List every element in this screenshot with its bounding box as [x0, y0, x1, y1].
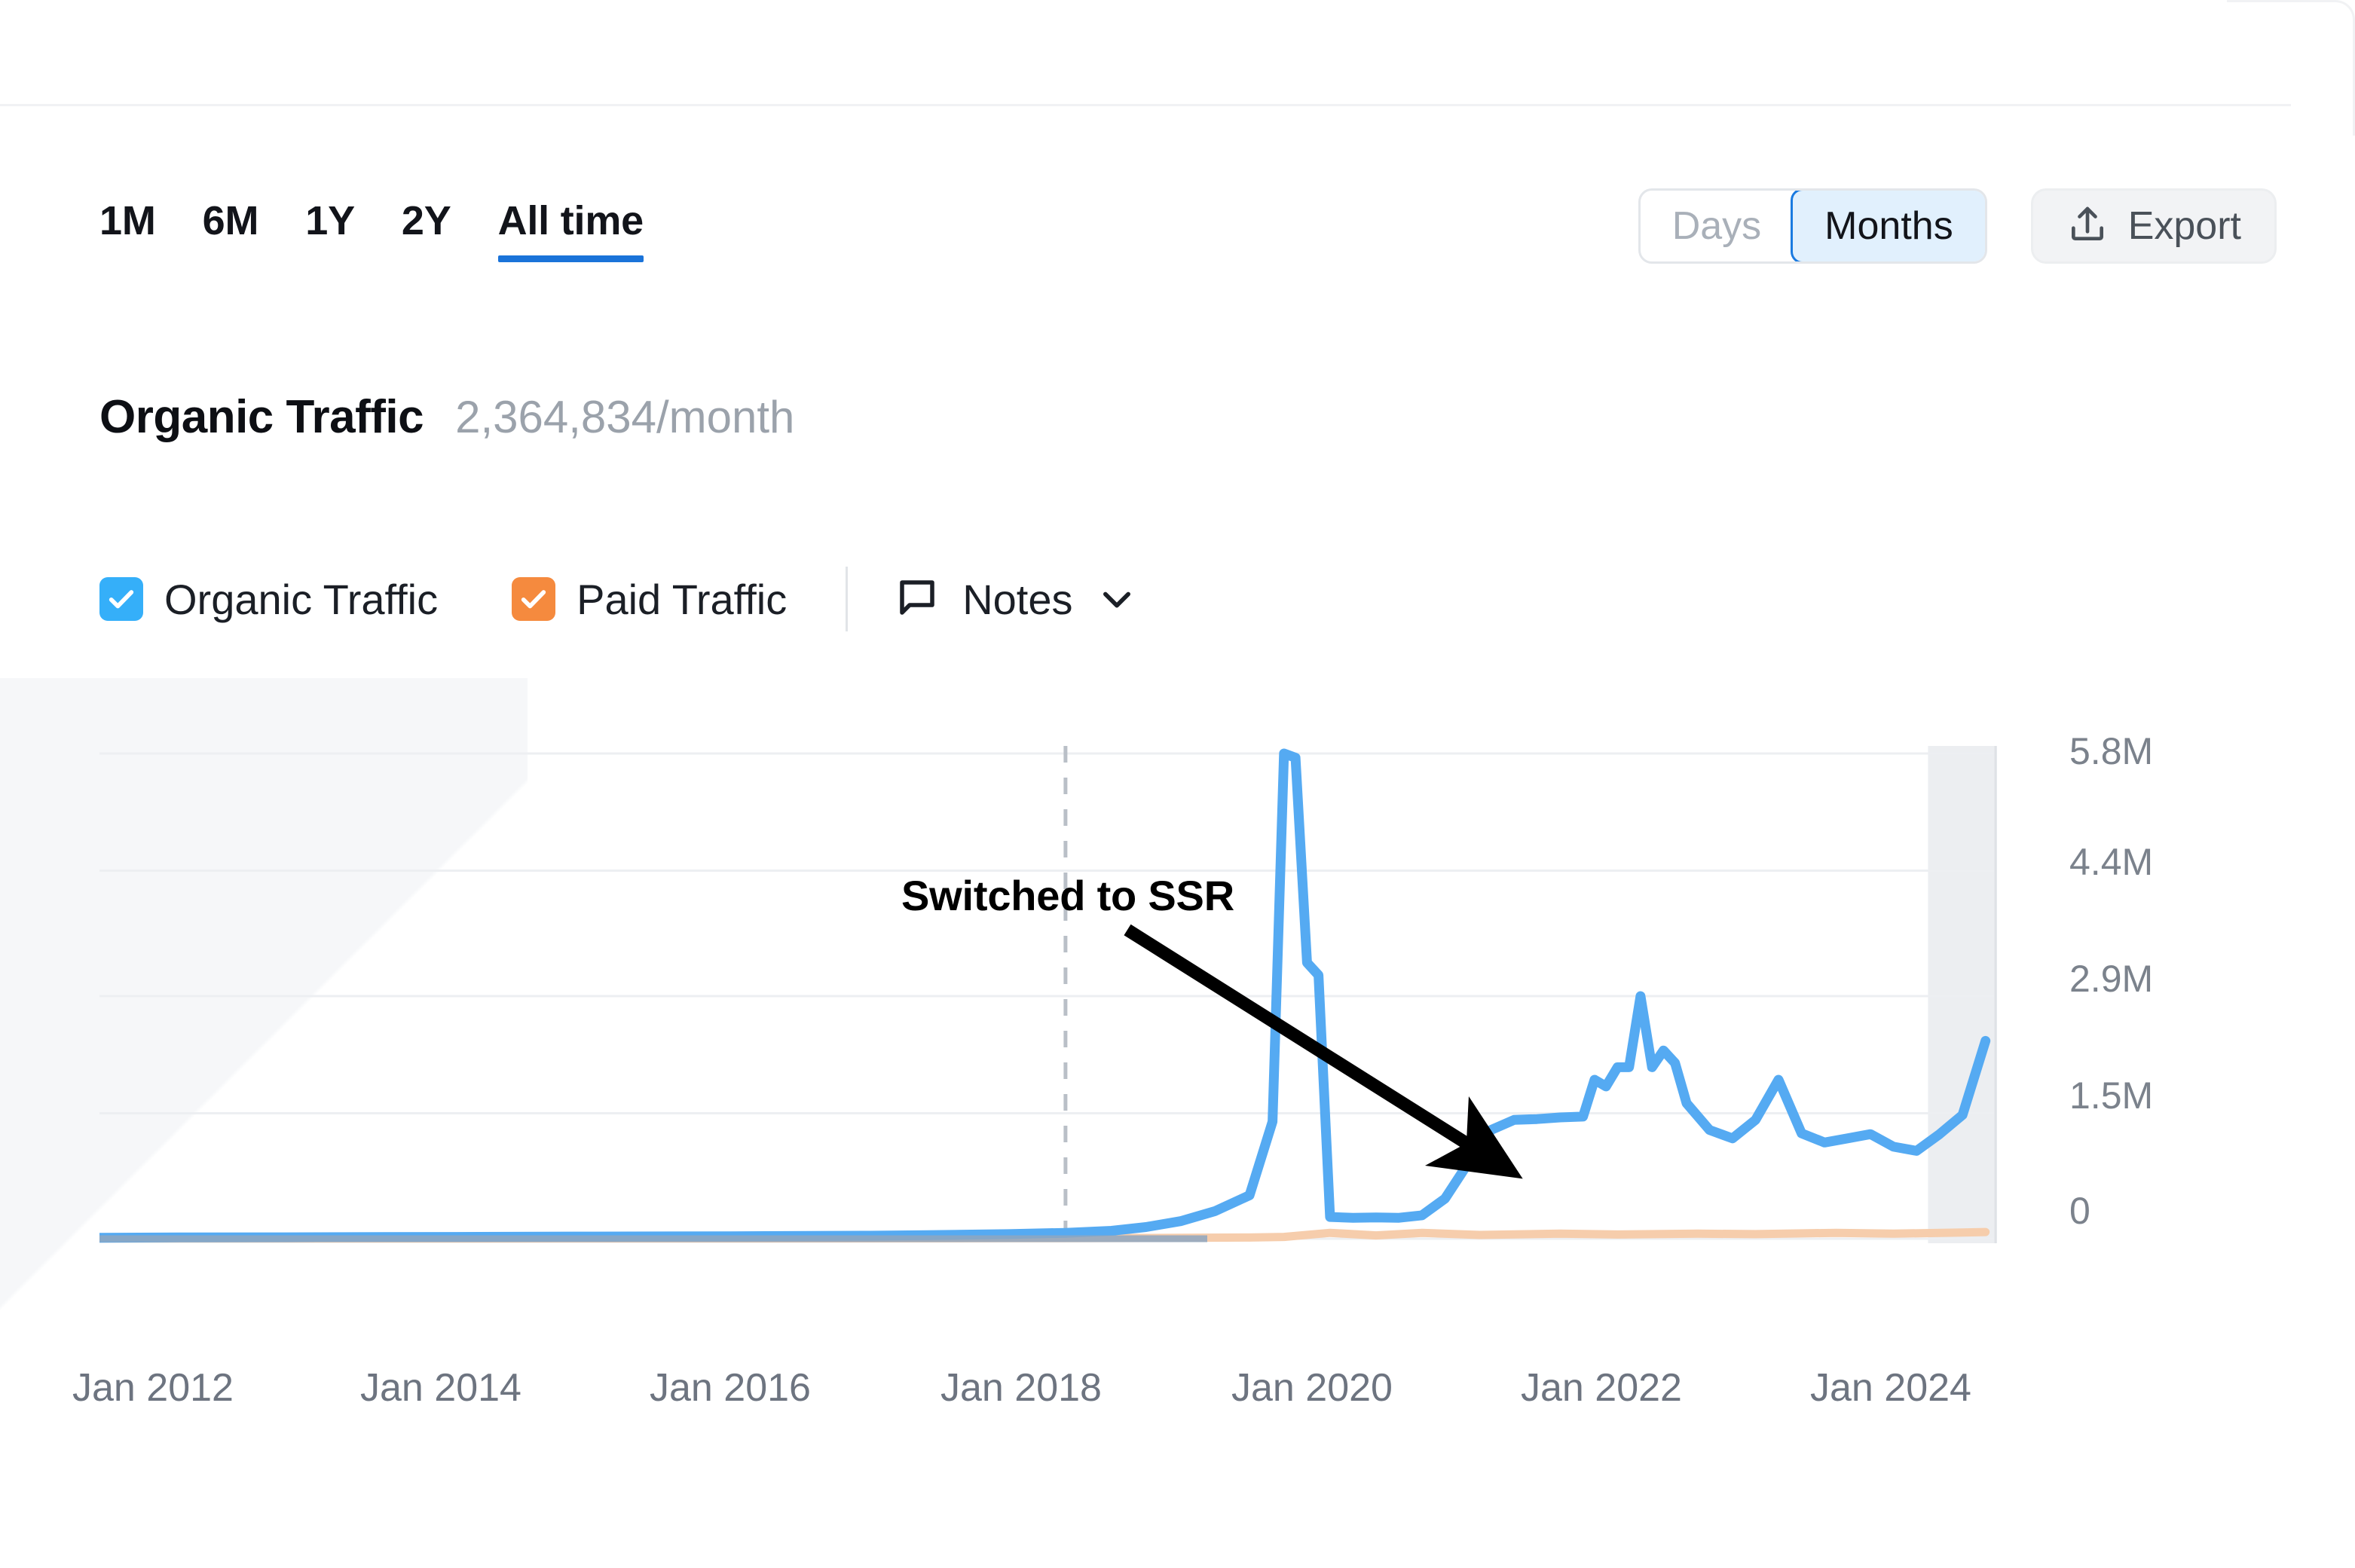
time-range-tabs: 1M 6M 1Y 2Y All time	[99, 197, 690, 262]
traffic-line-chart	[99, 746, 1997, 1243]
x-tick-jan-2016: Jan 2016	[650, 1366, 811, 1410]
annotation-label: Switched to SSR	[901, 872, 1234, 919]
traffic-chart-card: 1M 6M 1Y 2Y All time Days Months Export …	[0, 0, 2355, 1568]
granularity-toggle: Days Months	[1638, 188, 1987, 264]
y-tick-0: 0	[2069, 1190, 2090, 1232]
traffic-value: 2,364,834/month	[455, 392, 795, 442]
check-icon	[109, 590, 134, 609]
chart-legend: Organic Traffic Paid Traffic Notes	[99, 567, 1136, 631]
y-tick-4-4m: 4.4M	[2069, 841, 2154, 883]
x-tick-jan-2018: Jan 2018	[940, 1366, 1102, 1410]
chevron-down-icon[interactable]	[1097, 579, 1136, 619]
granularity-days[interactable]: Days	[1641, 191, 1793, 261]
x-tick-jan-2012: Jan 2012	[72, 1366, 234, 1410]
range-tab-6m[interactable]: 6M	[203, 197, 259, 262]
gridlines	[99, 752, 1997, 1240]
checkbox-paid-traffic[interactable]	[512, 577, 556, 621]
x-axis-labels: Jan 2012 Jan 2014 Jan 2016 Jan 2018 Jan …	[0, 1365, 2355, 1426]
range-tab-1m[interactable]: 1M	[99, 197, 156, 262]
x-tick-jan-2014: Jan 2014	[360, 1366, 521, 1410]
shaded-region	[1928, 746, 1997, 1243]
export-button[interactable]: Export	[2030, 188, 2277, 264]
notes-dropdown[interactable]: Notes	[895, 575, 1136, 624]
upload-icon	[2066, 203, 2109, 249]
legend-organic-traffic[interactable]: Organic Traffic	[99, 575, 438, 624]
checkbox-organic-traffic[interactable]	[99, 577, 143, 621]
legend-label-organic: Organic Traffic	[164, 575, 439, 623]
check-icon	[521, 590, 546, 609]
y-tick-1-5m: 1.5M	[2069, 1074, 2154, 1117]
y-axis-labels: 5.8M 4.4M 2.9M 1.5M 0	[2069, 723, 2295, 1266]
range-tab-1y[interactable]: 1Y	[305, 197, 355, 262]
chart-controls: Days Months Export	[1638, 188, 2277, 264]
y-tick-5-8m: 5.8M	[2069, 730, 2154, 772]
legend-paid-traffic[interactable]: Paid Traffic	[512, 575, 787, 624]
range-tab-2y[interactable]: 2Y	[402, 197, 451, 262]
legend-divider	[846, 567, 849, 631]
legend-label-paid: Paid Traffic	[577, 575, 788, 623]
x-tick-jan-2024: Jan 2024	[1810, 1366, 1971, 1410]
chart-plot-area[interactable]	[99, 746, 1997, 1243]
page-title: Organic Traffic	[99, 391, 424, 443]
comment-icon	[895, 575, 940, 624]
range-tab-all-time[interactable]: All time	[497, 197, 644, 262]
x-tick-jan-2022: Jan 2022	[1521, 1366, 1682, 1410]
granularity-months[interactable]: Months	[1791, 191, 1985, 261]
chart-title-row: Organic Traffic 2,364,834/month	[99, 390, 794, 444]
export-label: Export	[2127, 204, 2241, 248]
card-corner-edge	[2227, 0, 2355, 136]
card-top-divider	[0, 104, 2291, 106]
notes-label: Notes	[962, 575, 1073, 623]
y-tick-2-9m: 2.9M	[2069, 958, 2154, 1000]
x-tick-jan-2020: Jan 2020	[1231, 1366, 1393, 1410]
